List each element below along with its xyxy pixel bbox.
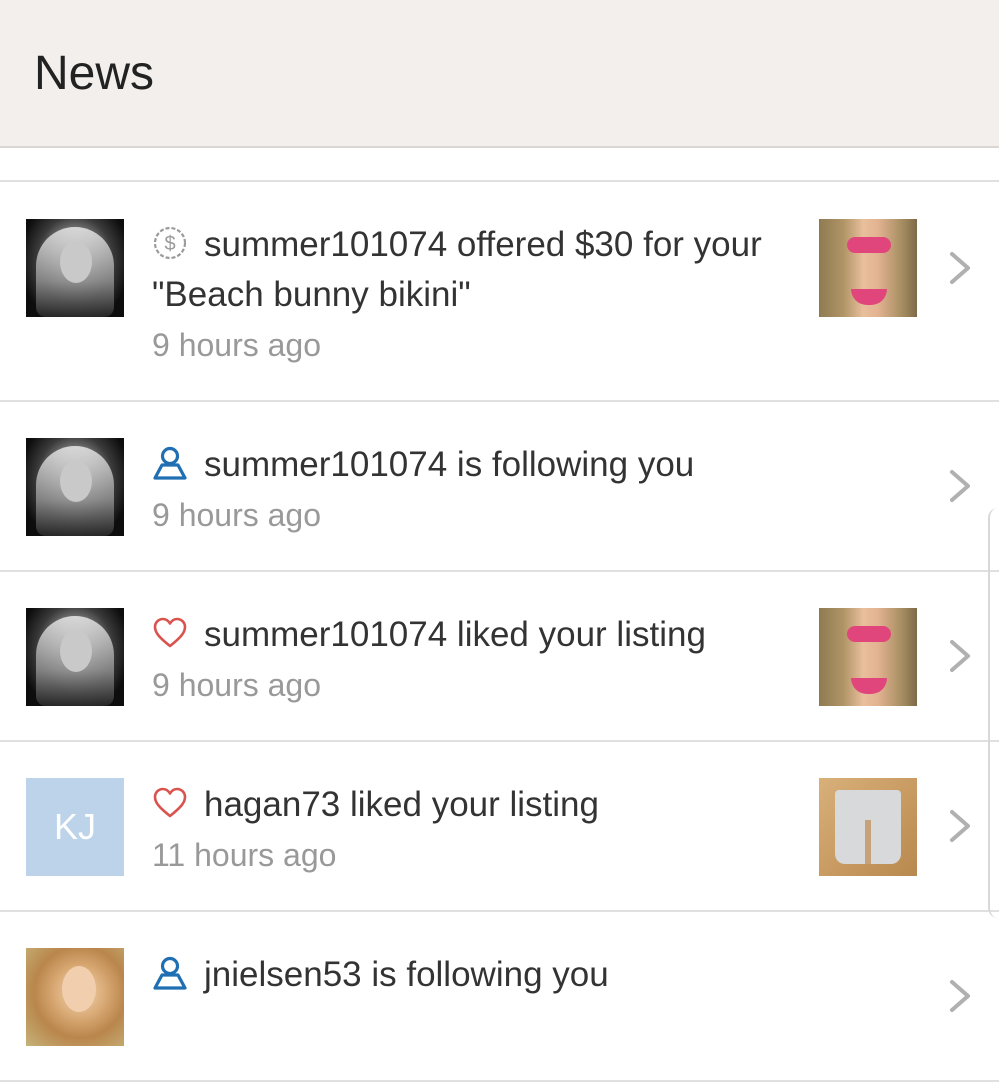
- listing-thumbnail[interactable]: [819, 219, 917, 317]
- news-item-message: hagan73 liked your listing: [204, 785, 599, 824]
- chevron-right-icon[interactable]: [946, 248, 974, 288]
- news-item-time: 11 hours ago: [152, 837, 337, 873]
- news-item[interactable]: summer101074 liked your listing 9 hours …: [0, 572, 999, 742]
- avatar-photo-face: [60, 630, 92, 672]
- news-item-message-row: summer101074 liked your listing: [152, 610, 792, 660]
- chevron-right-icon[interactable]: [946, 806, 974, 846]
- chevron-right-icon[interactable]: [946, 636, 974, 676]
- user-avatar[interactable]: [26, 608, 124, 706]
- follow-person-icon: [153, 446, 187, 480]
- thumbnail-detail: [847, 237, 891, 253]
- news-item-time: 9 hours ago: [152, 667, 322, 703]
- follow-person-icon: [153, 956, 187, 990]
- news-item[interactable]: KJ hagan73 liked your listing 11 hours a…: [0, 742, 999, 912]
- list-top-spacer: [0, 148, 999, 182]
- thumbnail-detail: [851, 289, 887, 305]
- thumbnail-detail: [847, 626, 891, 642]
- avatar-photo-face: [62, 966, 96, 1012]
- news-item[interactable]: $ summer101074 offered $30 for your "Bea…: [0, 182, 999, 402]
- listing-thumbnail[interactable]: [819, 608, 917, 706]
- scrollbar[interactable]: [988, 508, 999, 918]
- news-item-message-row: hagan73 liked your listing: [152, 780, 792, 830]
- thumbnail-detail: [835, 790, 901, 864]
- news-item-message-row: jnielsen53 is following you: [152, 950, 792, 1000]
- news-item-content: jnielsen53 is following you: [152, 950, 792, 1002]
- news-item-message: jnielsen53 is following you: [204, 955, 609, 994]
- news-list: $ summer101074 offered $30 for your "Bea…: [0, 182, 999, 1082]
- news-item-content: summer101074 liked your listing 9 hours …: [152, 610, 792, 708]
- chevron-right-icon[interactable]: [946, 976, 974, 1016]
- user-avatar[interactable]: [26, 948, 124, 1046]
- thumbnail-detail: [851, 678, 887, 694]
- user-avatar-initials[interactable]: KJ: [26, 778, 124, 876]
- news-item-message: summer101074 offered $30 for your "Beach…: [152, 225, 762, 314]
- news-item-message: summer101074 is following you: [204, 445, 695, 484]
- news-item-time: 9 hours ago: [152, 497, 322, 533]
- user-avatar[interactable]: [26, 438, 124, 536]
- news-item-message-row: summer101074 is following you: [152, 440, 792, 490]
- news-item-message-row: $ summer101074 offered $30 for your "Bea…: [152, 220, 792, 320]
- offer-dollar-icon: $: [153, 226, 187, 260]
- svg-text:$: $: [164, 233, 175, 255]
- page-title: News: [34, 47, 155, 100]
- news-item-content: $ summer101074 offered $30 for your "Bea…: [152, 220, 792, 368]
- chevron-right-icon[interactable]: [946, 466, 974, 506]
- listing-thumbnail[interactable]: [819, 778, 917, 876]
- news-item-message: summer101074 liked your listing: [204, 615, 706, 654]
- news-item-time: 9 hours ago: [152, 327, 322, 363]
- avatar-photo-face: [60, 460, 92, 502]
- news-header: News: [0, 0, 999, 148]
- user-avatar[interactable]: [26, 219, 124, 317]
- news-item-content: hagan73 liked your listing 11 hours ago: [152, 780, 792, 878]
- news-item[interactable]: summer101074 is following you 9 hours ag…: [0, 402, 999, 572]
- news-item-content: summer101074 is following you 9 hours ag…: [152, 440, 792, 538]
- heart-like-icon: [153, 787, 187, 818]
- avatar-photo-face: [60, 241, 92, 283]
- heart-like-icon: [153, 617, 187, 648]
- news-item[interactable]: jnielsen53 is following you: [0, 912, 999, 1082]
